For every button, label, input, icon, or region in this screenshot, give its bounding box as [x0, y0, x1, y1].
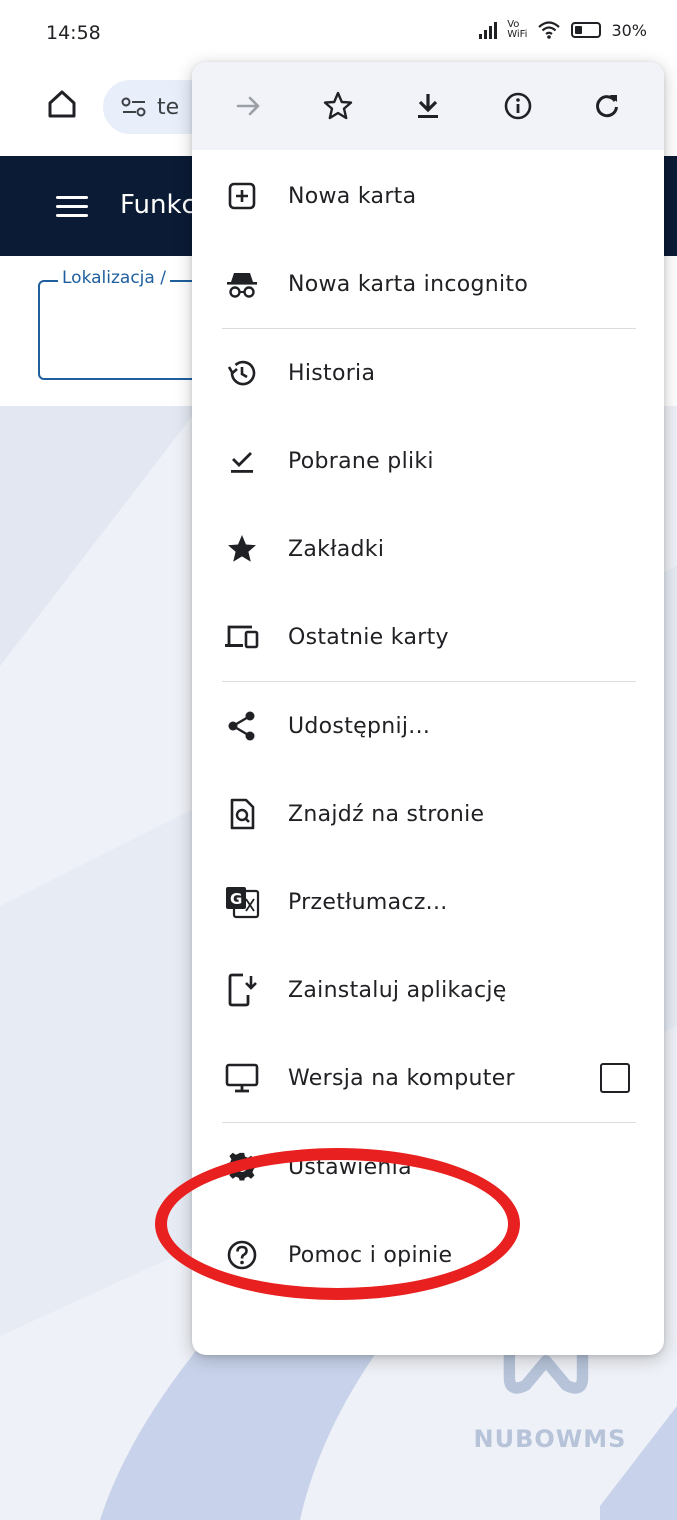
home-icon[interactable]	[42, 84, 82, 124]
menu-item-recent-tabs[interactable]: Ostatnie karty	[192, 593, 664, 681]
menu-list: Nowa karta Nowa karta incognito Historia…	[192, 150, 664, 1299]
menu-item-translate[interactable]: G Przetłumacz...	[192, 858, 664, 946]
download-icon[interactable]	[408, 86, 448, 126]
menu-action-row	[192, 62, 664, 150]
menu-item-desktop-site[interactable]: Wersja na komputer	[192, 1034, 664, 1122]
menu-item-label: Ostatnie karty	[288, 624, 449, 650]
status-time: 14:58	[46, 22, 101, 44]
menu-item-label: Historia	[288, 360, 376, 386]
share-icon	[222, 706, 262, 746]
battery-icon	[571, 22, 602, 38]
menu-item-label: Udostępnij...	[288, 713, 431, 739]
downloads-check-icon	[222, 441, 262, 481]
status-icons: Vo WiFi 30%	[479, 20, 647, 40]
location-field-label: Lokalizacja /	[58, 268, 170, 288]
menu-item-label: Ustawienia	[288, 1154, 412, 1180]
menu-item-bookmarks[interactable]: Zakładki	[192, 505, 664, 593]
menu-item-install-app[interactable]: Zainstaluj aplikację	[192, 946, 664, 1034]
menu-item-label: Pobrane pliki	[288, 448, 434, 474]
page-title: Funkc	[120, 190, 196, 220]
menu-item-label: Wersja na komputer	[288, 1065, 515, 1091]
new-tab-icon	[222, 176, 262, 216]
install-app-icon	[222, 970, 262, 1010]
menu-item-history[interactable]: Historia	[192, 329, 664, 417]
menu-item-incognito[interactable]: Nowa karta incognito	[192, 240, 664, 328]
menu-item-find-in-page[interactable]: Znajdź na stronie	[192, 770, 664, 858]
info-icon[interactable]	[498, 86, 538, 126]
url-text: te	[157, 94, 180, 120]
devices-icon	[222, 617, 262, 657]
hamburger-menu-icon[interactable]	[56, 196, 88, 218]
menu-item-label: Przetłumacz...	[288, 889, 448, 915]
wifi-icon	[538, 21, 561, 39]
history-icon	[222, 353, 262, 393]
menu-item-downloads[interactable]: Pobrane pliki	[192, 417, 664, 505]
vowifi-icon: Vo WiFi	[507, 19, 528, 40]
menu-item-label: Nowa karta	[288, 183, 417, 209]
menu-item-label: Znajdź na stronie	[288, 801, 485, 827]
settings-gear-icon	[222, 1147, 262, 1187]
desktop-site-checkbox[interactable]	[600, 1063, 630, 1093]
help-icon	[222, 1235, 262, 1275]
menu-item-help[interactable]: Pomoc i opinie	[192, 1211, 664, 1299]
menu-item-label: Nowa karta incognito	[288, 271, 529, 297]
translate-icon: G	[222, 882, 262, 922]
refresh-icon[interactable]	[587, 86, 627, 126]
menu-item-settings[interactable]: Ustawienia	[192, 1123, 664, 1211]
star-outline-icon[interactable]	[318, 86, 358, 126]
status-bar: 14:58 Vo WiFi 30%	[0, 0, 677, 62]
signal-icon	[479, 21, 498, 39]
find-in-page-icon	[222, 794, 262, 834]
incognito-icon	[222, 264, 262, 304]
svg-text:G: G	[230, 890, 242, 908]
browser-overflow-menu: Nowa karta Nowa karta incognito Historia…	[192, 62, 664, 1355]
star-filled-icon	[222, 529, 262, 569]
battery-level: 30%	[611, 20, 647, 40]
menu-item-label: Zakładki	[288, 536, 385, 562]
brand-name: NUBOWMS	[473, 1425, 627, 1453]
menu-item-label: Pomoc i opinie	[288, 1242, 453, 1268]
forward-icon[interactable]	[229, 86, 269, 126]
menu-item-share[interactable]: Udostępnij...	[192, 682, 664, 770]
menu-item-new-tab[interactable]: Nowa karta	[192, 152, 664, 240]
site-info-icon[interactable]	[121, 96, 147, 118]
menu-item-label: Zainstaluj aplikację	[288, 977, 507, 1003]
desktop-icon	[222, 1058, 262, 1098]
